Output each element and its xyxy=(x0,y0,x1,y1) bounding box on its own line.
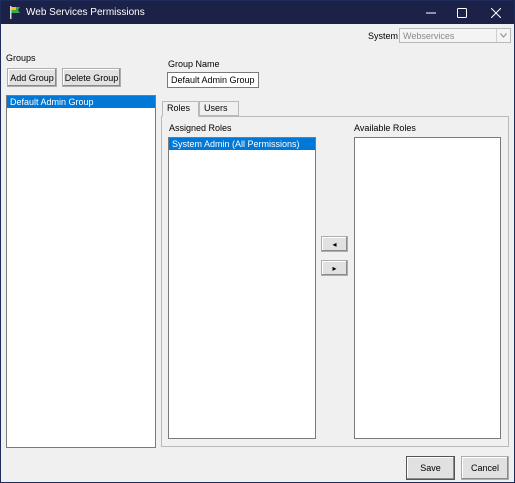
system-label: System xyxy=(368,31,399,41)
available-roles-label: Available Roles xyxy=(354,123,416,133)
window-title: Web Services Permissions xyxy=(26,7,145,18)
available-roles-list[interactable] xyxy=(354,137,501,439)
add-group-button[interactable]: Add Group xyxy=(7,68,57,87)
maximize-icon xyxy=(457,7,467,18)
delete-group-button[interactable]: Delete Group xyxy=(62,68,121,87)
group-item-label: Default Admin Group xyxy=(10,97,94,107)
assigned-roles-list[interactable]: System Admin (All Permissions) xyxy=(168,137,316,439)
add-role-button[interactable]: ▸ xyxy=(321,260,348,276)
group-name-field[interactable]: Default Admin Group xyxy=(167,72,259,88)
assigned-role-label: System Admin (All Permissions) xyxy=(172,139,300,149)
minimize-icon xyxy=(426,12,436,13)
system-select-value: Webservices xyxy=(403,31,455,41)
arrow-right-icon: ▸ xyxy=(332,263,337,273)
groups-label: Groups xyxy=(6,53,36,63)
group-name-label: Group Name xyxy=(168,59,220,69)
save-button[interactable]: Save xyxy=(406,456,455,480)
tab-roles[interactable]: Roles xyxy=(162,101,199,117)
permissions-window: Web Services Permissions System Webservi… xyxy=(0,0,515,483)
tab-users[interactable]: Users xyxy=(199,101,239,116)
list-item[interactable]: Default Admin Group xyxy=(7,96,155,108)
arrow-left-icon: ◂ xyxy=(332,239,337,249)
chevron-down-icon[interactable] xyxy=(496,29,510,42)
maximize-button[interactable] xyxy=(445,1,479,24)
close-button[interactable] xyxy=(479,1,513,24)
remove-role-button[interactable]: ◂ xyxy=(321,236,348,252)
close-icon xyxy=(491,7,501,18)
minimize-button[interactable] xyxy=(414,1,448,24)
cancel-button[interactable]: Cancel xyxy=(461,456,509,480)
group-name-value: Default Admin Group xyxy=(171,75,255,85)
tab-roles-label: Roles xyxy=(167,103,191,113)
app-flag-icon xyxy=(10,6,20,19)
list-item[interactable]: System Admin (All Permissions) xyxy=(169,138,315,150)
tab-users-label: Users xyxy=(204,103,228,113)
groups-list[interactable]: Default Admin Group xyxy=(6,95,156,448)
title-bar[interactable]: Web Services Permissions xyxy=(1,1,514,24)
system-select[interactable]: Webservices xyxy=(399,28,511,43)
assigned-roles-label: Assigned Roles xyxy=(169,123,232,133)
